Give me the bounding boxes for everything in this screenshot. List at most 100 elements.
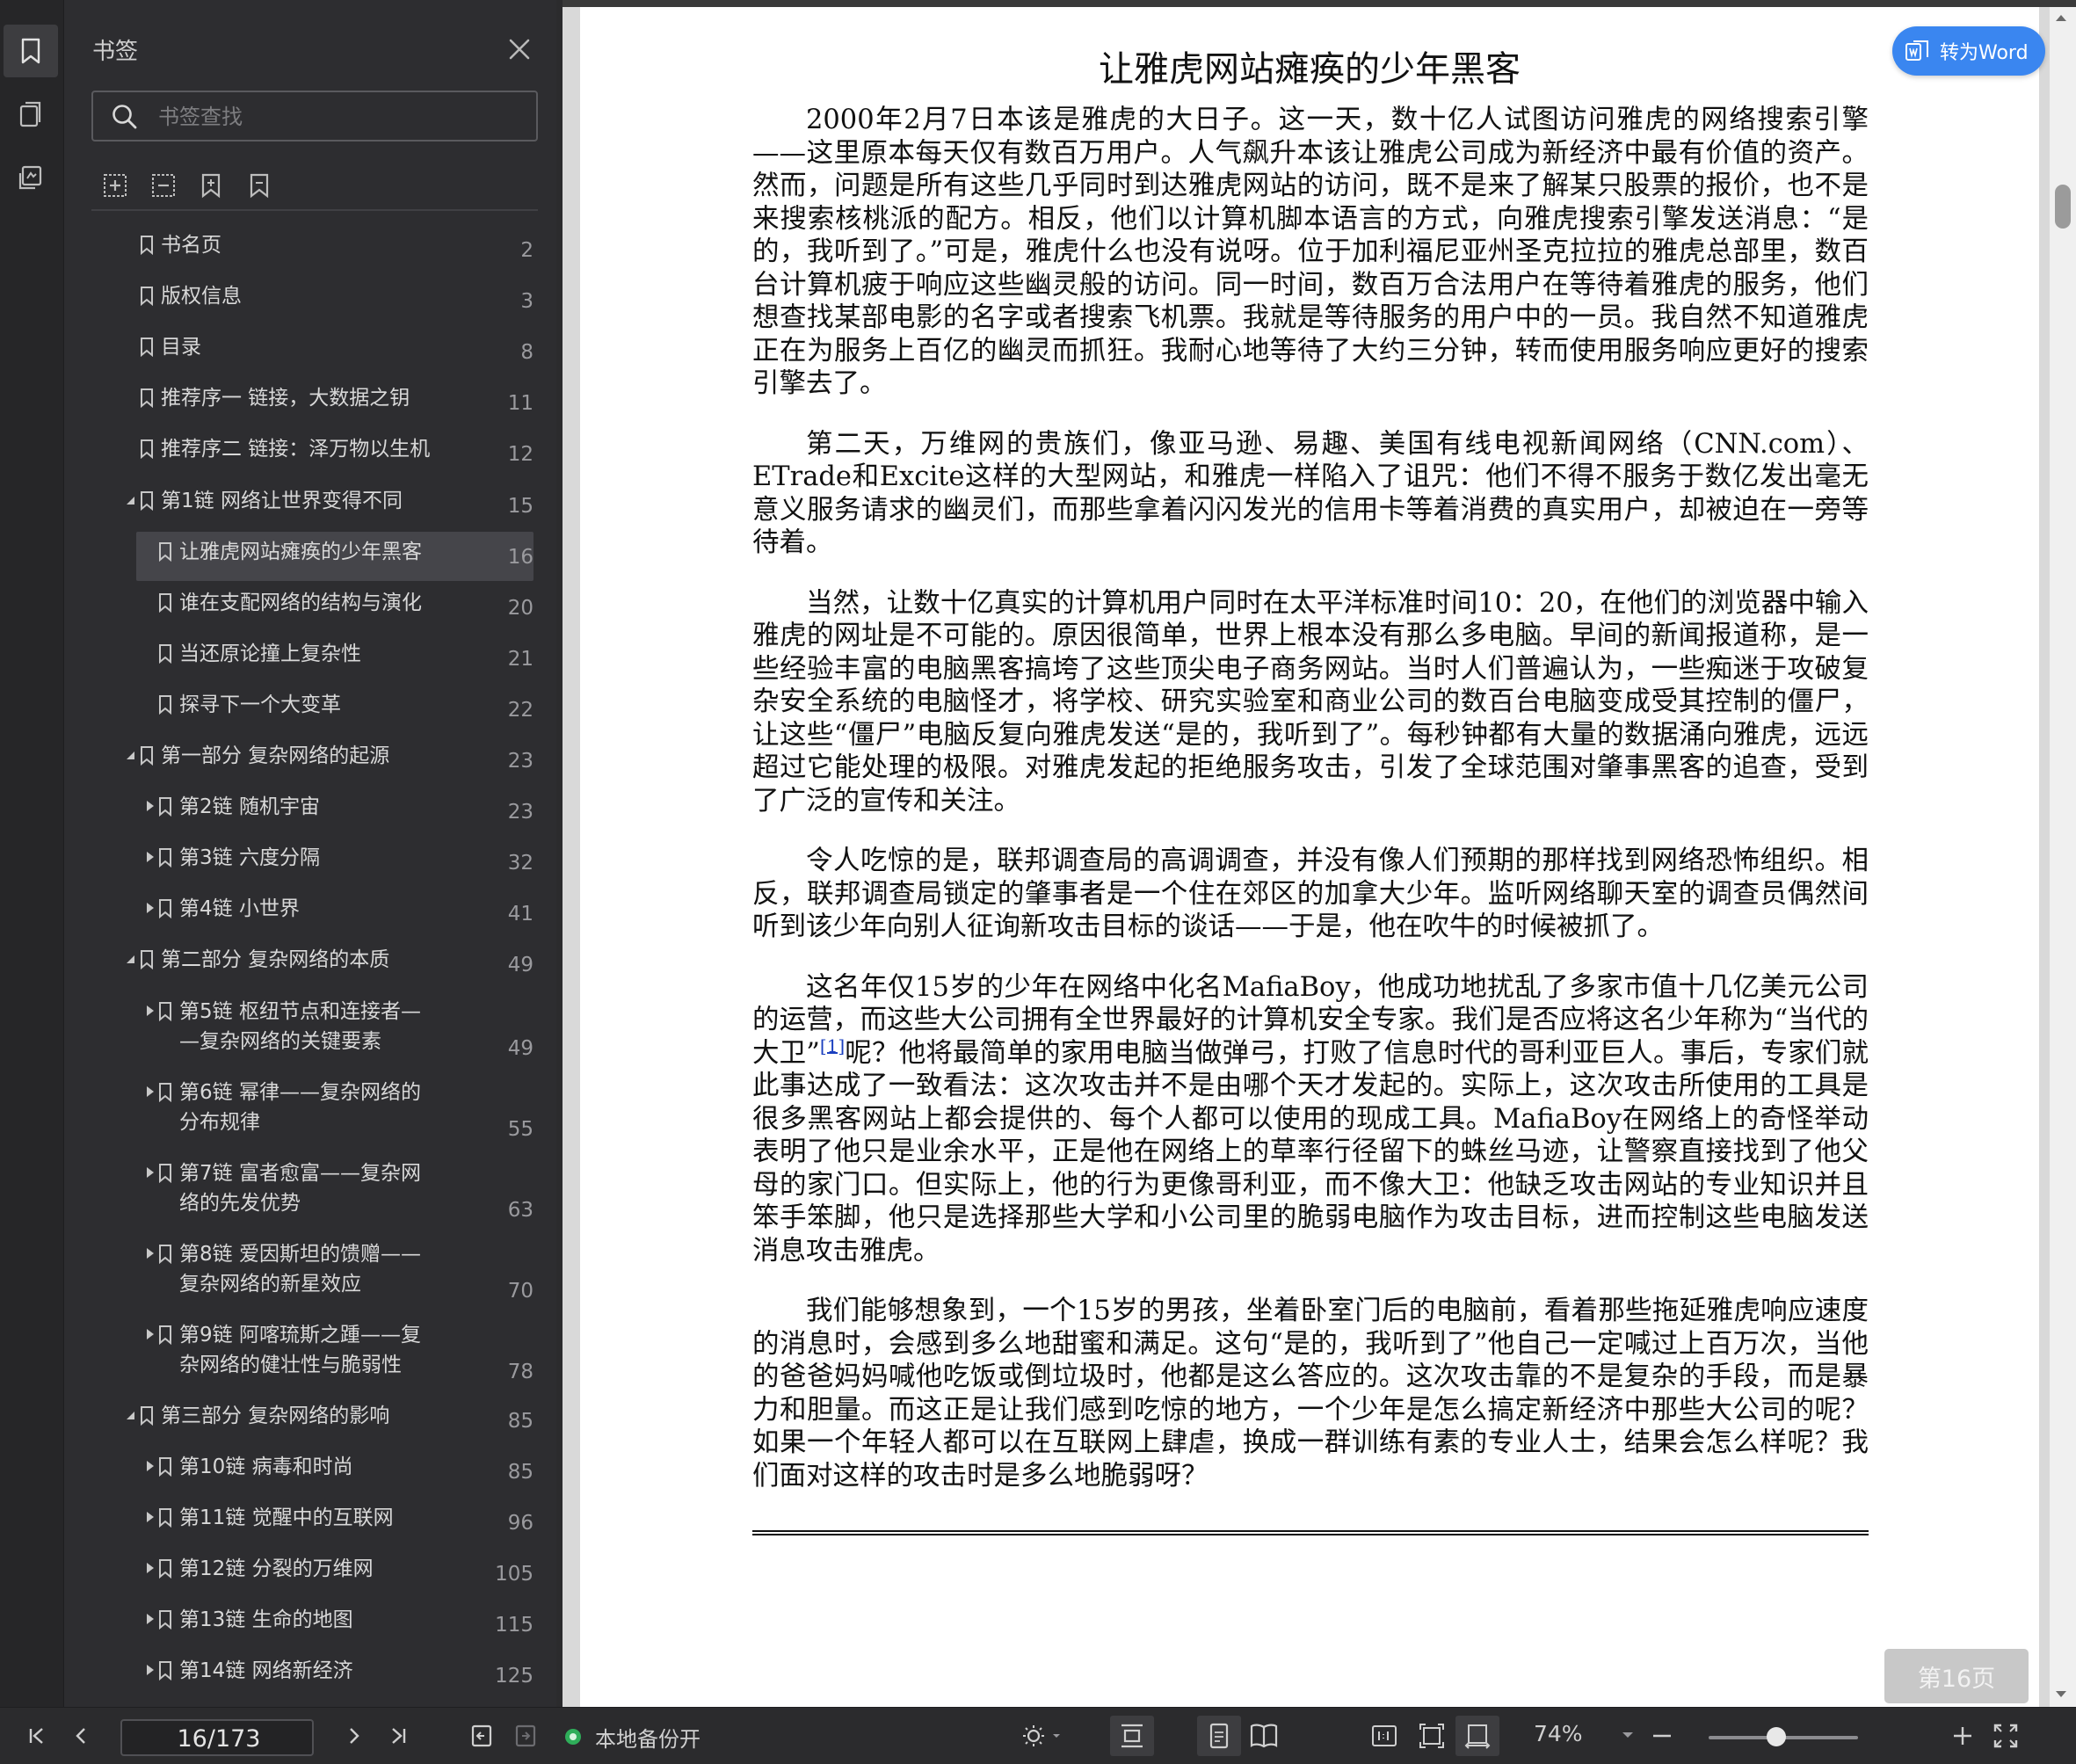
- bookmark-item[interactable]: 第9链 阿喀琉斯之踵——复 杂网络的健壮性与脆弱性 78: [64, 1315, 537, 1396]
- bookmark-search[interactable]: [91, 91, 538, 142]
- zoom-slider-handle[interactable]: [1766, 1727, 1786, 1746]
- bookmark-item[interactable]: 让雅虎网站瘫痪的少年黑客 16: [64, 531, 537, 583]
- thumbnail-panel-icon[interactable]: [4, 88, 58, 141]
- expanded-arrow-icon[interactable]: [124, 494, 136, 506]
- collapsed-arrow-icon[interactable]: [144, 1166, 156, 1179]
- bookmark-item[interactable]: 第7链 富者愈富——复杂网 络的先发优势 63: [64, 1153, 537, 1234]
- backup-status-icon: [565, 1729, 581, 1745]
- bookmark-label: 第9链 阿喀琉斯之踵——复 杂网络的健壮性与脆弱性: [179, 1323, 421, 1376]
- bookmark-item[interactable]: 谁在支配网络的结构与演化 20: [64, 583, 537, 634]
- bookmark-label: 目录: [161, 336, 201, 359]
- collapsed-arrow-icon[interactable]: [144, 1005, 156, 1017]
- previous-page-icon[interactable]: [65, 1720, 97, 1752]
- bookmark-item[interactable]: 第2链 随机宇宙 23: [64, 787, 537, 838]
- bookmark-item[interactable]: 第10链 病毒和时尚 85: [64, 1447, 537, 1498]
- eye-protection-icon[interactable]: [1018, 1720, 1063, 1752]
- search-input[interactable]: [156, 92, 529, 142]
- collapsed-arrow-icon[interactable]: [144, 800, 156, 812]
- back-history-icon[interactable]: [466, 1720, 497, 1752]
- next-page-icon[interactable]: [338, 1720, 370, 1752]
- bookmark-label: 第二部分 复杂网络的本质: [161, 948, 390, 972]
- fit-page-icon[interactable]: [1416, 1720, 1448, 1752]
- fit-width-icon[interactable]: [1455, 1716, 1499, 1756]
- bookmark-item[interactable]: 第14链 网络新经济 125: [64, 1651, 537, 1702]
- bookmark-item[interactable]: 第二部分 复杂网络的本质 49: [64, 940, 537, 991]
- paragraph: 第二天，万维网的贵族们，像亚马逊、易趣、美国有线电视新闻网络（CNN.com）、…: [752, 428, 1869, 559]
- convert-to-word-label: 转为Word: [1940, 42, 2029, 64]
- bookmark-item[interactable]: 当还原论撞上复杂性 21: [64, 634, 537, 685]
- bookmark-item[interactable]: 第1链 网络让世界变得不同 15: [64, 481, 537, 532]
- single-page-view-icon[interactable]: [1197, 1716, 1241, 1756]
- footnote-link[interactable]: [1]: [820, 1034, 845, 1056]
- collapsed-arrow-icon[interactable]: [144, 1664, 156, 1676]
- add-bookmark-icon[interactable]: [194, 169, 228, 202]
- bookmark-item[interactable]: 第三部分 复杂网络的影响 85: [64, 1396, 537, 1447]
- actual-size-icon[interactable]: [1368, 1720, 1400, 1752]
- last-page-icon[interactable]: [382, 1720, 414, 1752]
- zoom-dropdown-icon[interactable]: [1621, 1731, 1635, 1739]
- collapsed-arrow-icon[interactable]: [144, 902, 156, 914]
- paragraph-text: 呢？他将最简单的家用电脑当做弹弓，打败了信息时代的哥利亚巨人。事后，专家们就此事…: [752, 1037, 1869, 1267]
- bookmark-item[interactable]: 第6链 幂律——复杂网络的 分布规律 55: [64, 1072, 537, 1153]
- bookmark-icon: [159, 541, 171, 562]
- close-icon[interactable]: [504, 33, 535, 65]
- two-page-view-icon[interactable]: [1248, 1720, 1280, 1752]
- bookmark-page: 115: [495, 1613, 534, 1637]
- document-scrollbar[interactable]: [2050, 7, 2076, 1707]
- collapsed-arrow-icon[interactable]: [144, 1613, 156, 1625]
- bookmark-page: 2: [520, 239, 534, 262]
- page-number-field[interactable]: [120, 1719, 316, 1756]
- page-number-input[interactable]: [122, 1721, 316, 1756]
- bookmark-item[interactable]: 第8链 爱因斯坦的馈赠—— 复杂网络的新星效应 70: [64, 1234, 537, 1315]
- bookmark-icon: [141, 950, 153, 970]
- word-convert-icon: [1905, 39, 1931, 63]
- fullscreen-icon[interactable]: [1990, 1720, 2022, 1752]
- convert-to-word-button[interactable]: 转为Word: [1892, 26, 2045, 76]
- zoom-in-icon[interactable]: [1947, 1720, 1978, 1752]
- expand-all-icon[interactable]: [98, 169, 132, 202]
- bookmark-label: 第4链 小世界: [179, 897, 300, 921]
- zoom-out-icon[interactable]: [1646, 1720, 1678, 1752]
- remove-bookmark-icon[interactable]: [243, 169, 276, 202]
- bookmark-item[interactable]: 第一部分 复杂网络的起源 23: [64, 736, 537, 787]
- collapse-all-icon[interactable]: [147, 169, 180, 202]
- bookmark-item[interactable]: 第5链 枢纽节点和连接者— —复杂网络的关键要素 49: [64, 991, 537, 1072]
- bookmark-item[interactable]: 推荐序一 链接，大数据之钥 11: [64, 378, 537, 429]
- bookmark-label: 第10链 病毒和时尚: [179, 1455, 353, 1478]
- first-page-icon[interactable]: [21, 1720, 53, 1752]
- scroll-up-icon[interactable]: [2054, 12, 2068, 23]
- bookmark-item[interactable]: 目录 8: [64, 327, 537, 378]
- expanded-arrow-icon[interactable]: [124, 1409, 136, 1421]
- scroll-down-icon[interactable]: [2054, 1689, 2068, 1700]
- bookmark-item[interactable]: 第11链 觉醒中的互联网 96: [64, 1498, 537, 1549]
- collapsed-arrow-icon[interactable]: [144, 1562, 156, 1574]
- collapsed-arrow-icon[interactable]: [144, 1511, 156, 1523]
- expanded-arrow-icon[interactable]: [124, 749, 136, 761]
- scrollbar-thumb[interactable]: [2055, 185, 2071, 229]
- backup-status-label[interactable]: 本地备份开: [595, 1722, 700, 1753]
- collapsed-arrow-icon[interactable]: [144, 1085, 156, 1098]
- annotation-panel-icon[interactable]: [4, 151, 58, 204]
- single-page-scroll-icon[interactable]: [1110, 1716, 1154, 1756]
- collapsed-arrow-icon[interactable]: [144, 851, 156, 863]
- expanded-arrow-icon[interactable]: [124, 953, 136, 965]
- bookmark-item[interactable]: 第12链 分裂的万维网 105: [64, 1549, 537, 1600]
- bookmark-label: 第11链 觉醒中的互联网: [179, 1506, 394, 1529]
- bookmark-item[interactable]: 第3链 六度分隔 32: [64, 838, 537, 889]
- bookmark-panel-icon[interactable]: [4, 25, 58, 77]
- bookmark-label: 当还原论撞上复杂性: [179, 642, 361, 665]
- forward-history-icon[interactable]: [510, 1720, 541, 1752]
- bookmark-label: 第2链 随机宇宙: [179, 795, 320, 819]
- collapsed-arrow-icon[interactable]: [144, 1247, 156, 1259]
- bookmark-item[interactable]: 推荐序二 链接：泽万物以生机 12: [64, 429, 537, 480]
- bookmark-icon: [141, 746, 153, 766]
- collapsed-arrow-icon[interactable]: [144, 1328, 156, 1340]
- bookmark-item[interactable]: 第13链 生命的地图 115: [64, 1600, 537, 1651]
- bookmark-item[interactable]: 书名页 2: [64, 225, 537, 276]
- bookmark-item[interactable]: 探寻下一个大变革 22: [64, 685, 537, 736]
- bookmark-item[interactable]: 版权信息 3: [64, 276, 537, 327]
- collapsed-arrow-icon[interactable]: [144, 1460, 156, 1472]
- zoom-level[interactable]: 74%: [1534, 1721, 1586, 1746]
- bookmark-item[interactable]: 第4链 小世界 41: [64, 889, 537, 940]
- bookmark-label: 第3链 六度分隔: [179, 846, 320, 870]
